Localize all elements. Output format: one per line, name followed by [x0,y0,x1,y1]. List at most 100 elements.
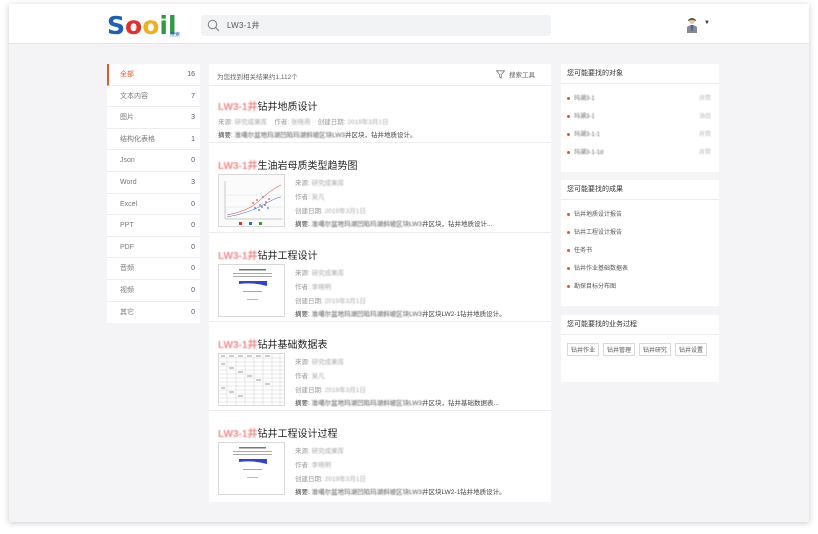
result-title-text: 钻井工程设计过程 [257,429,338,440]
result-title[interactable]: LW3-1井钻井地质设计 [218,98,317,113]
process-tag[interactable]: 钻井管理 [603,343,636,356]
process-tag[interactable]: 钻井研究 [639,343,672,356]
app-window: S o o i l 搜索 LW3-1井 ▼ 全部 16 文本内容 7 图片 3 结构化… [9,4,809,522]
sidebar-item-json[interactable]: Json 0 [107,150,200,172]
object-type: 井筒 [698,96,711,102]
result-title[interactable]: LW3-1井钻井工程设计 [218,247,317,262]
bullet-icon [567,230,570,234]
bullet-icon [567,248,570,252]
date-label: 创建日期: [295,476,323,483]
sidebar-item-label: 图片 [120,114,134,122]
table-thumbnail[interactable] [218,353,285,406]
result-suggestion[interactable]: 勘探目标分布图 [561,278,719,296]
result-suggestion-label: 钻井地质设计报告 [574,212,623,218]
search-icon[interactable] [207,19,220,32]
source-value: 研究成果库 [311,180,345,187]
object-type: 井筒 [698,150,711,156]
author-value: 张晓燕 [290,119,311,126]
sidebar-item-audio[interactable]: 音频 0 [107,258,200,280]
sidebar-item-count: 7 [191,92,195,100]
sidebar-item-all[interactable]: 全部 16 [107,64,200,86]
search-bar[interactable]: LW3-1井 [201,15,551,36]
result-meta: 创建日期: 2019年3月1日 [295,205,366,215]
result-keyword: LW3-1井 [218,102,258,113]
result-title[interactable]: LW3-1井钻井基础数据表 [218,336,327,351]
result-meta: 创建日期: 2019年3月1日 [295,473,366,483]
sidebar-item-count: 0 [191,157,195,165]
source-label: 来源: [218,119,233,126]
date-value: 2019年3月1日 [347,119,389,126]
sidebar-item-label: PPT [120,222,134,230]
user-avatar-icon[interactable] [686,17,698,34]
abstract-text: 准噶尔盆地玛湖凹陷玛湖斜坡区块LW3 [234,132,346,139]
result-meta: 来源: 研究成果库 [295,445,344,455]
sidebar-item-label: Json [120,157,135,165]
trend-chart-thumbnail-icon [219,175,284,226]
result-meta: 创建日期: 2019年3月1日 [295,295,366,305]
result-suggestion[interactable]: 任务书 [561,242,719,260]
logo[interactable]: S o o i l [107,10,177,40]
abstract-text: 准噶尔盆地玛湖凹陷玛湖斜坡区块LW3 [311,400,423,407]
object-name: 玛湖3-1 [574,96,595,102]
abstract-text: 准噶尔盆地玛湖凹陷玛湖斜坡区块LW3 [311,311,423,318]
sidebar-item-label: 结构化表格 [120,135,155,143]
object-item[interactable]: 玛湖3-1-1 井筒 [561,126,719,144]
result-abstract: 摘要: 准噶尔盆地玛湖凹陷玛湖斜坡区块LW3井区块，钻井基础数据表... [295,397,499,407]
abstract-label: 摘要: [295,400,310,407]
document-thumbnail[interactable] [218,442,285,495]
logo-letter: o [142,11,160,40]
author-label: 作者: [295,284,310,291]
sidebar-item-label: 视频 [120,286,134,294]
result-suggestion[interactable]: 钻井地质设计报告 [561,206,719,224]
sidebar-item-label: Word [120,178,137,186]
sidebar-item-pdf[interactable]: PDF 0 [107,237,200,259]
sidebar-item-ppt[interactable]: PPT 0 [107,215,200,237]
document-thumbnail[interactable] [218,264,285,317]
process-tag[interactable]: 钻井设置 [675,343,708,356]
bullet-icon [567,212,570,216]
sidebar-item-count: 16 [187,71,195,78]
result-suggestion-label: 钻井作业基础数据表 [574,266,629,272]
sidebar-item-count: 0 [191,286,195,294]
result-suggestion[interactable]: 钻井作业基础数据表 [561,260,719,278]
author-value: 李晓明 [311,284,332,291]
result-card: LW3-1井钻井工程设计 来源: 研究成果库 作者: 李晓明 创建日期: 201… [209,233,551,322]
source-value: 研究成果库 [311,359,345,366]
document-page-thumbnail-icon [219,265,284,316]
sidebar-item-video[interactable]: 视频 0 [107,280,200,302]
date-label: 创建日期: [295,298,323,305]
search-tools-button[interactable]: 搜索工具 [496,69,535,79]
result-suggestion-label: 任务书 [574,248,593,254]
sidebar-item-tables[interactable]: 结构化表格 1 [107,129,200,151]
abstract-end: 井区块，钻井基础数据表... [422,400,499,407]
process-tag[interactable]: 钻井作业 [567,343,600,356]
sidebar-item-count: 0 [191,308,195,316]
date-label: 创建日期: [295,387,323,394]
object-item[interactable]: 玛湖3-1 井筒 [561,90,719,108]
object-item[interactable]: 玛湖3-1 油田 [561,108,719,126]
result-meta: 作者: 吴凡 [295,370,325,380]
result-card: LW3-1井钻井工程设计过程 来源: 研究成果库 作者: 李晓明 创建日期: 2… [209,411,551,502]
sidebar-item-other[interactable]: 其它 0 [107,302,200,324]
category-sidebar: 全部 16 文本内容 7 图片 3 结构化表格 1 Json 0 Word 3 Excel 0… [107,64,200,324]
author-value: 李晓明 [311,462,332,469]
chart-thumbnail[interactable] [218,174,285,227]
sidebar-item-label: 全部 [120,71,134,78]
result-title-text: 钻井基础数据表 [257,340,328,351]
sidebar-item-word[interactable]: Word 3 [107,172,200,194]
suggested-results-panel: 您可能要找的成果 钻井地质设计报告 钻井工程设计报告 任务书 钻井作业基础数据表… [561,180,719,306]
object-item[interactable]: 玛湖3-1-1d 井筒 [561,144,719,162]
sidebar-item-text[interactable]: 文本内容 7 [107,86,200,108]
result-card: LW3-1井钻井基础数据表 来源: 研究成果库 作者: 吴凡 创建日期: 201… [209,322,551,411]
abstract-label: 摘要: [295,489,310,496]
sidebar-item-images[interactable]: 图片 3 [107,107,200,129]
abstract-text: 准噶尔盆地玛湖凹陷玛湖斜坡区块LW3 [311,221,423,228]
result-suggestion[interactable]: 钻井工程设计报告 [561,224,719,242]
sidebar-item-excel[interactable]: Excel 0 [107,194,200,216]
result-title[interactable]: LW3-1井钻井工程设计过程 [218,425,337,440]
chevron-down-icon[interactable]: ▼ [704,20,710,26]
sidebar-item-count: 0 [191,243,195,251]
result-title[interactable]: LW3-1井生油岩母质类型趋势图 [218,157,357,172]
panel-title: 您可能要找的对象 [561,64,719,84]
search-input[interactable]: LW3-1井 [227,20,260,31]
